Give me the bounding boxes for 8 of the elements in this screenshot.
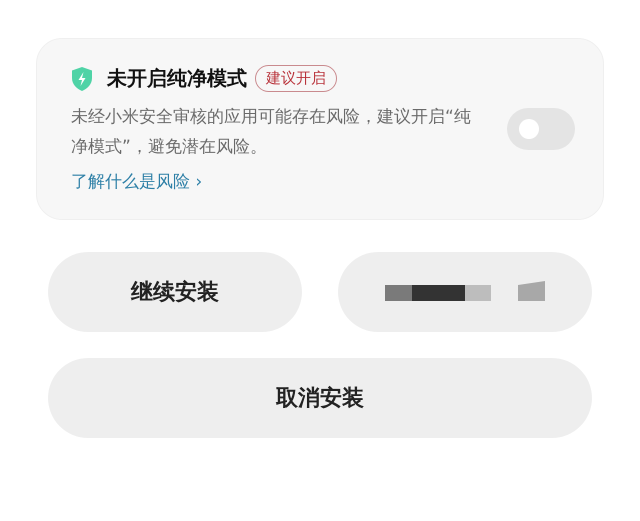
cancel-install-button[interactable]: 取消安装 [48, 358, 592, 438]
pure-mode-toggle[interactable] [507, 108, 575, 150]
shield-icon [71, 66, 93, 92]
recommend-tag: 建议开启 [255, 65, 337, 92]
continue-install-button[interactable]: 继续安装 [48, 252, 302, 332]
risk-info-link[interactable]: 了解什么是风险 › [71, 170, 202, 193]
warning-description: 未经小米安全审核的应用可能存在风险，建议开启“纯净模式”，避免潜在风险。 [71, 106, 472, 159]
card-title: 未开启纯净模式 [107, 65, 247, 92]
